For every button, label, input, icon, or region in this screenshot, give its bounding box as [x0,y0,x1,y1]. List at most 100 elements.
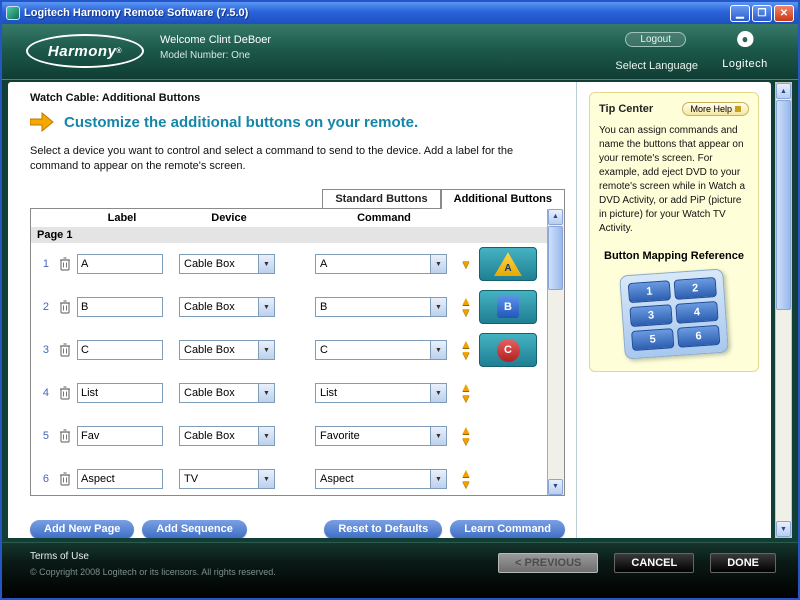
select-language-link[interactable]: Select Language [615,60,698,72]
button-mapping-reference-title: Button Mapping Reference [599,250,749,262]
page-title: Customize the additional buttons on your… [64,114,418,131]
app-icon [6,6,20,20]
previous-button[interactable]: < PREVIOUS [498,553,598,573]
scroll-up-icon[interactable]: ▲ [776,83,791,99]
command-select[interactable]: Favorite▼ [315,426,447,446]
chevron-down-icon: ▼ [258,298,274,316]
delete-row-icon[interactable] [53,429,77,443]
button-mapping-image: 1 2 3 4 5 6 [619,268,729,359]
app-window: Logitech Harmony Remote Software (7.5.0)… [0,0,800,600]
tab-additional-buttons[interactable]: Additional Buttons [441,189,565,209]
chevron-down-icon: ▼ [258,470,274,488]
chevron-down-icon: ▼ [430,470,446,488]
column-header-command: Command [315,212,453,224]
map-key: 4 [675,301,718,324]
add-sequence-button[interactable]: Add Sequence [142,520,246,538]
delete-row-icon[interactable] [53,343,77,357]
move-down-icon[interactable]: ▼ [460,436,472,447]
chevron-down-icon: ▼ [430,341,446,359]
scroll-down-icon[interactable]: ▼ [548,479,563,495]
chevron-down-icon: ▼ [258,341,274,359]
delete-row-icon[interactable] [53,300,77,314]
device-select[interactable]: Cable Box▼ [179,297,275,317]
arrow-right-icon [30,112,54,132]
external-link-icon [735,106,741,112]
window-title: Logitech Harmony Remote Software (7.5.0) [24,7,248,19]
delete-row-icon[interactable] [53,257,77,271]
window-scrollbar[interactable]: ▲ ▼ [775,82,792,538]
map-key: 1 [628,280,671,303]
label-input[interactable] [77,383,163,403]
device-select[interactable]: Cable Box▼ [179,383,275,403]
delete-row-icon[interactable] [53,472,77,486]
app-footer: Terms of Use © Copyright 2008 Logitech o… [2,542,798,598]
command-select[interactable]: A▼ [315,254,447,274]
command-select[interactable]: List▼ [315,383,447,403]
table-header-row: Label Device Command [31,211,547,225]
row-number: 2 [31,301,53,313]
delete-row-icon[interactable] [53,386,77,400]
tip-sidebar: Tip Center More Help You can assign comm… [576,82,771,538]
row-number: 1 [31,258,53,270]
instructions-text: Select a device you want to control and … [30,144,560,175]
move-down-icon[interactable]: ▼ [460,350,472,361]
close-button[interactable]: ✕ [774,5,794,22]
row-number: 3 [31,344,53,356]
command-select[interactable]: Aspect▼ [315,469,447,489]
label-input[interactable] [77,340,163,360]
scroll-up-icon[interactable]: ▲ [548,209,563,225]
column-header-device: Device [179,212,279,224]
row-number: 5 [31,430,53,442]
device-select[interactable]: TV▼ [179,469,275,489]
row-number: 4 [31,387,53,399]
button-preview: A [479,247,537,281]
chevron-down-icon: ▼ [258,255,274,273]
tab-standard-buttons[interactable]: Standard Buttons [322,189,440,208]
table-row: 5 Cable Box▼ Favorite▼ ▲▼ [31,415,547,458]
table-row: 2 Cable Box▼ B▼ ▲▼ B [31,286,547,329]
content-area: Watch Cable: Additional Buttons Customiz… [2,80,798,542]
device-select[interactable]: Cable Box▼ [179,340,275,360]
reset-to-defaults-button[interactable]: Reset to Defaults [324,520,442,538]
actions-row: Add New Page Add Sequence Reset to Defau… [30,520,565,538]
welcome-text: Welcome Clint DeBoer [160,34,271,46]
move-down-icon[interactable]: ▼ [460,393,472,404]
map-key: 6 [677,325,720,348]
logout-button[interactable]: Logout [625,32,686,47]
buttons-table: Label Device Command Page 1 1 [30,208,565,496]
logitech-logo: Logitech [710,28,780,72]
scroll-down-icon[interactable]: ▼ [776,521,791,537]
maximize-button[interactable]: ❐ [752,5,772,22]
cancel-button[interactable]: CANCEL [614,553,694,573]
chevron-down-icon: ▼ [430,384,446,402]
command-select[interactable]: C▼ [315,340,447,360]
command-select[interactable]: B▼ [315,297,447,317]
more-help-button[interactable]: More Help [682,102,749,116]
move-down-icon[interactable]: ▼ [460,307,472,318]
table-scrollbar[interactable]: ▲ ▼ [547,209,564,495]
move-down-icon[interactable]: ▼ [460,479,472,490]
label-input[interactable] [77,426,163,446]
tip-center-title: Tip Center [599,103,653,115]
device-select[interactable]: Cable Box▼ [179,254,275,274]
terms-of-use-link[interactable]: Terms of Use [30,551,89,562]
label-input[interactable] [77,297,163,317]
device-select[interactable]: Cable Box▼ [179,426,275,446]
move-down-icon[interactable]: ▼ [460,259,472,270]
learn-command-button[interactable]: Learn Command [450,520,565,538]
minimize-button[interactable]: ▁ [730,5,750,22]
chevron-down-icon: ▼ [430,298,446,316]
map-key: 5 [631,328,674,351]
add-new-page-button[interactable]: Add New Page [30,520,134,538]
done-button[interactable]: DONE [710,553,776,573]
scroll-thumb[interactable] [548,226,563,290]
breadcrumb: Watch Cable: Additional Buttons [30,92,568,104]
page-band: Page 1 [31,227,547,243]
chevron-down-icon: ▼ [258,427,274,445]
table-row: 1 Cable Box▼ A▼ ▼ A [31,243,547,286]
map-key: 3 [629,304,672,327]
label-input[interactable] [77,254,163,274]
logitech-logo-icon [732,28,758,54]
label-input[interactable] [77,469,163,489]
scroll-thumb[interactable] [776,100,791,310]
